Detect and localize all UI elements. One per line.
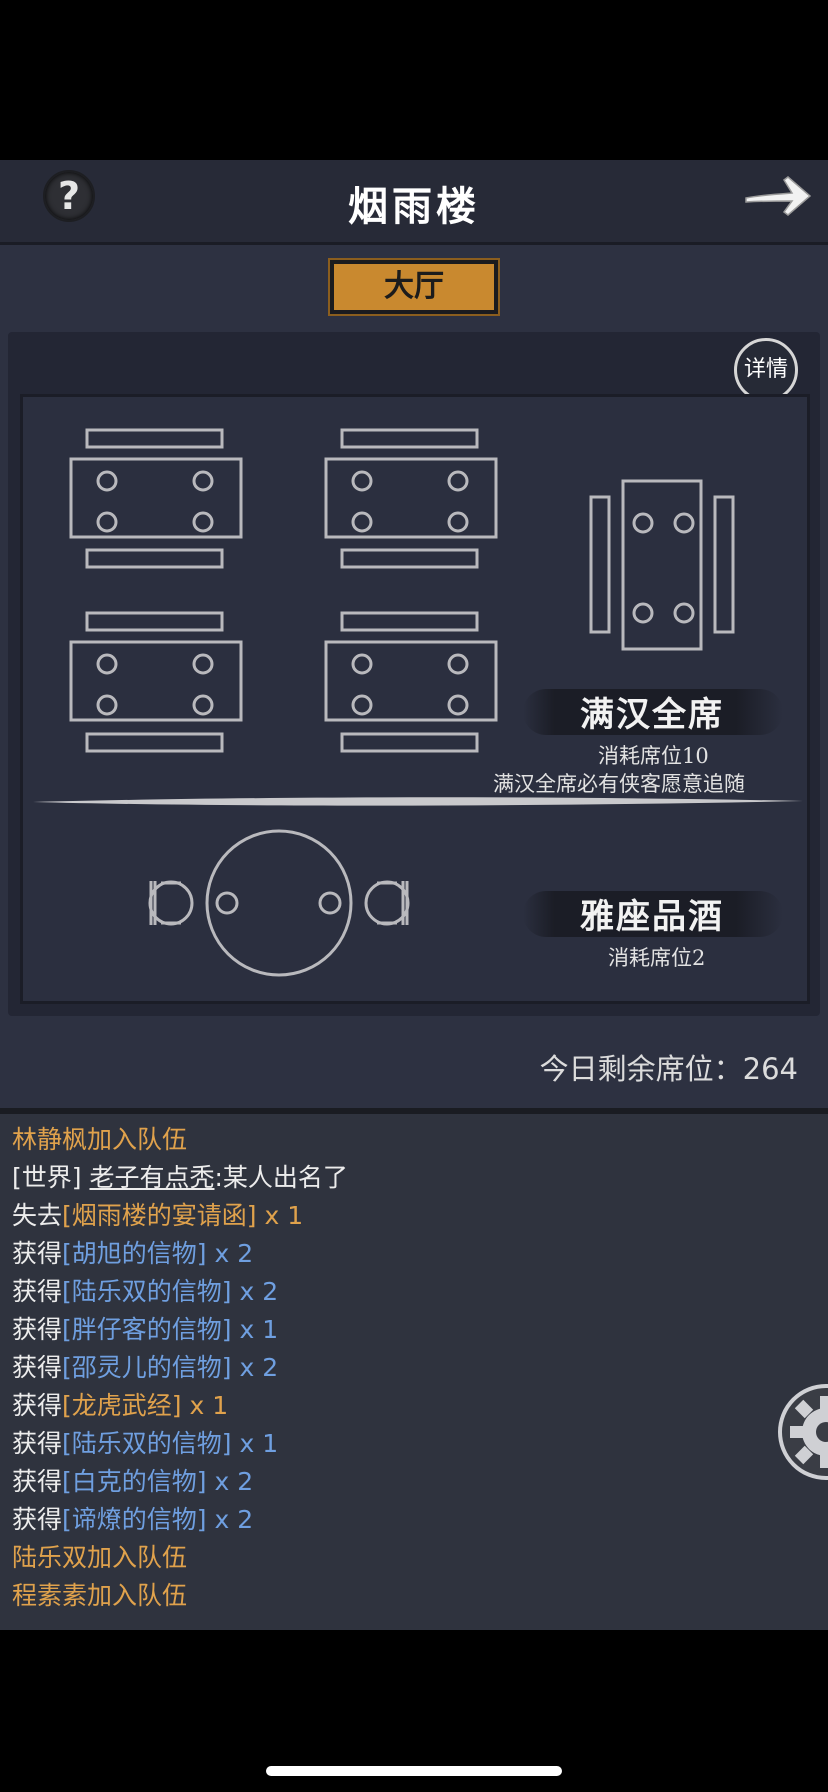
chat-log[interactable]: 林静枫加入队伍 [世界] 老子有点秃:某人出名了 失去[烟雨楼的宴请函] x 1 获得… [0, 1108, 828, 1630]
chat-line: 获得[白克的信物] x 2 [12, 1462, 253, 1498]
chat-line: 失去[烟雨楼的宴请函] x 1 [12, 1196, 303, 1232]
round-table [148, 829, 410, 977]
chat-line: 获得[陆乐双的信物] x 1 [12, 1424, 278, 1460]
chat-line: 获得[胡旭的信物] x 2 [12, 1234, 253, 1270]
chat-text: 程素素加入队伍 [12, 1581, 188, 1610]
chat-text: 获得 [12, 1353, 63, 1382]
chat-text: 获得 [12, 1429, 63, 1458]
chat-text: x 1 [181, 1391, 229, 1420]
chat-text: [烟雨楼的宴请函] [62, 1201, 257, 1230]
chat-text: x 2 [206, 1505, 254, 1534]
chat-text: 林静枫加入队伍 [12, 1125, 188, 1154]
tab-hall[interactable]: 大厅 [330, 260, 498, 314]
seats-remaining: 今日剩余席位：264 [539, 1052, 798, 1086]
chat-text: [陆乐双的信物] [62, 1277, 232, 1306]
chat-line: 林静枫加入队伍 [12, 1120, 187, 1156]
chat-text: 获得 [12, 1467, 63, 1496]
chat-text: x 1 [231, 1429, 279, 1458]
chat-text: 陆乐双加入队伍 [12, 1543, 188, 1572]
back-arrow-icon[interactable] [742, 168, 814, 224]
game-screen: ? 烟雨楼 大厅 详情 满汉全席 消耗席位10 满汉全席必有侠客愿意追随 雅座品… [0, 160, 828, 1630]
chat-line: 获得[邵灵儿的信物] x 2 [12, 1348, 278, 1384]
chat-line: 程素素加入队伍 [12, 1576, 187, 1612]
chat-text: x 2 [231, 1277, 279, 1306]
chat-text[interactable]: 老子有点秃 [89, 1163, 214, 1192]
drink-cost: 消耗席位2 [608, 946, 706, 970]
chat-text: [邵灵儿的信物] [62, 1353, 232, 1382]
page-title: 烟雨楼 [348, 183, 480, 230]
drink-name: 雅座品酒 [580, 897, 724, 937]
header-bar: ? 烟雨楼 [0, 160, 828, 245]
chat-text: 获得 [12, 1505, 63, 1534]
chat-text: 获得 [12, 1277, 63, 1306]
chat-line: 获得[胖仔客的信物] x 1 [12, 1310, 278, 1346]
chat-line: 陆乐双加入队伍 [12, 1538, 187, 1574]
chat-text: 获得 [12, 1239, 63, 1268]
chat-text: x 1 [231, 1315, 279, 1344]
long-table [69, 428, 243, 569]
long-table [324, 611, 498, 753]
chat-line: 获得[龙虎武经] x 1 [12, 1386, 228, 1422]
hall-panel: 详情 满汉全席 消耗席位10 满汉全席必有侠客愿意追随 雅座品酒 消耗席位2 [8, 332, 820, 1016]
chat-text: [世界] [12, 1163, 90, 1192]
hall-floor: 满汉全席 消耗席位10 满汉全席必有侠客愿意追随 雅座品酒 消耗席位2 [20, 394, 810, 1004]
banquet-name: 满汉全席 [580, 695, 724, 735]
chat-text: 失去 [12, 1201, 63, 1230]
chat-line: 获得[陆乐双的信物] x 2 [12, 1272, 278, 1308]
vertical-table [589, 479, 735, 651]
long-table [69, 611, 243, 753]
chat-text: [胡旭的信物] [62, 1239, 207, 1268]
banquet-cost: 消耗席位10 [598, 744, 709, 768]
detail-button[interactable]: 详情 [734, 338, 798, 402]
long-table [324, 428, 498, 569]
chat-text: 获得 [12, 1315, 63, 1344]
home-indicator[interactable] [266, 1766, 562, 1776]
chat-text: [龙虎武经] [62, 1391, 182, 1420]
chat-text: [谛燎的信物] [62, 1505, 207, 1534]
chat-text: [陆乐双的信物] [62, 1429, 232, 1458]
chat-line: [世界] 老子有点秃:某人出名了 [12, 1158, 348, 1194]
chat-text: [白克的信物] [62, 1467, 207, 1496]
chat-line: 获得[谛燎的信物] x 2 [12, 1500, 253, 1536]
divider-line [33, 797, 803, 806]
chat-text: :某人出名了 [214, 1163, 348, 1192]
chat-text: x 2 [206, 1467, 254, 1496]
banquet-desc: 满汉全席必有侠客愿意追随 [493, 772, 745, 796]
chat-text: 获得 [12, 1391, 63, 1420]
chat-text: [胖仔客的信物] [62, 1315, 232, 1344]
chat-text: x 2 [206, 1239, 254, 1268]
chat-text: x 2 [231, 1353, 279, 1382]
chat-text: x 1 [256, 1201, 304, 1230]
settings-gear-icon[interactable] [776, 1382, 828, 1482]
